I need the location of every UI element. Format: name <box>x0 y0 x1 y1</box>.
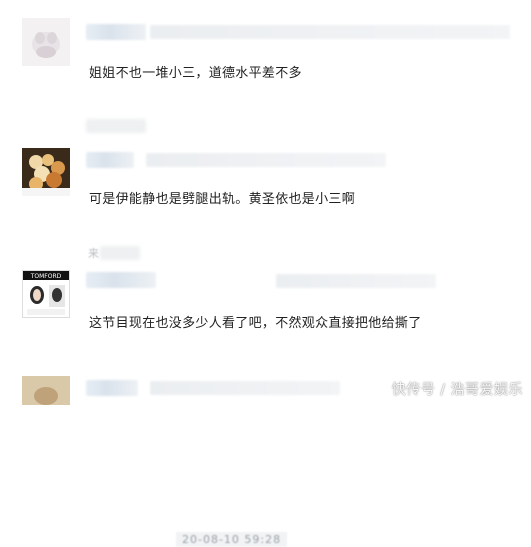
watermark: 快传号 / 浩哥爱娱乐 <box>391 382 523 398</box>
blurred-username <box>86 272 156 288</box>
blurred-reply-link <box>100 246 140 260</box>
avatar[interactable] <box>22 376 70 405</box>
avatar[interactable] <box>22 148 70 196</box>
avatar-food-image <box>22 148 70 196</box>
comment-timestamp: 20-08-10 59:28 <box>176 532 288 547</box>
blurred-username <box>86 380 138 396</box>
avatar-generic-image <box>22 376 70 405</box>
avatar-portrait-image: TOMFORD <box>23 271 69 317</box>
avatar-cat-image <box>22 18 70 66</box>
blurred-username <box>86 152 134 168</box>
blurred-meta <box>276 274 436 288</box>
avatar[interactable] <box>22 18 70 66</box>
blurred-meta <box>146 153 386 167</box>
avatar-brand-text: TOMFORD <box>30 273 62 280</box>
avatar[interactable]: TOMFORD <box>22 270 70 318</box>
comment-text: 可是伊能静也是劈腿出轨。黄圣依也是小三啊 <box>89 192 356 207</box>
comment-item: 可是伊能静也是劈腿出轨。黄圣依也是小三啊 <box>0 140 531 250</box>
comment-item: 姐姐不也一堆小三，道德水平差不多 <box>0 0 531 110</box>
blurred-meta <box>150 25 510 39</box>
blurred-reply-link <box>86 119 146 133</box>
comment-text: 这节目现在也没多少人看了吧，不然观众直接把他给撕了 <box>89 316 422 331</box>
blurred-meta <box>150 381 340 395</box>
faint-side-label: 来 <box>88 247 99 260</box>
blurred-username <box>86 24 146 40</box>
comment-text: 姐姐不也一堆小三，道德水平差不多 <box>89 66 302 81</box>
comment-item: TOMFORD 20-08-10 59:28 这节目现在也没多少人看了吧，不然观… <box>0 260 531 547</box>
